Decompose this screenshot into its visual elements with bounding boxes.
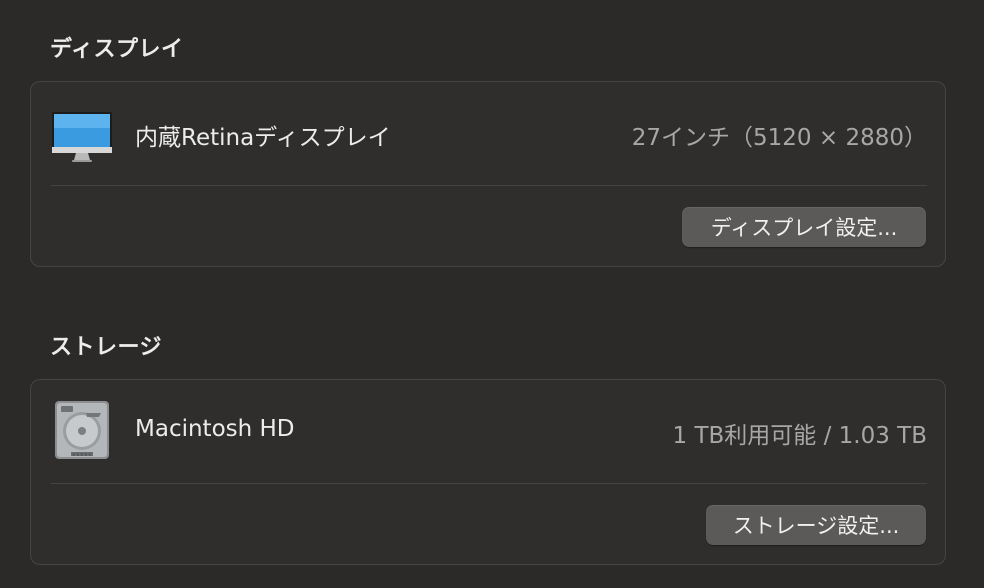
disk-name: Macintosh HD [135,416,295,442]
divider [51,185,927,186]
storage-card: Macintosh HD 1 TB利用可能 / 1.03 TB ストレージ設定.… [30,379,946,565]
display-row: 内蔵Retinaディスプレイ 27インチ（5120 × 2880） [31,82,945,186]
storage-row: Macintosh HD 1 TB利用可能 / 1.03 TB [31,380,945,484]
display-resolution: 27インチ（5120 × 2880） [631,125,927,151]
imac-display-icon [51,112,113,168]
storage-settings-button[interactable]: ストレージ設定... [706,505,926,545]
disk-capacity: 1 TB利用可能 / 1.03 TB [672,423,928,449]
display-settings-button[interactable]: ディスプレイ設定... [682,207,926,247]
display-section-title: ディスプレイ [50,37,184,62]
hard-drive-icon [53,400,111,466]
display-name: 内蔵Retinaディスプレイ [135,125,391,151]
display-card: 内蔵Retinaディスプレイ 27インチ（5120 × 2880） ディスプレイ… [30,81,946,267]
divider [51,483,927,484]
storage-section-title: ストレージ [50,335,163,360]
